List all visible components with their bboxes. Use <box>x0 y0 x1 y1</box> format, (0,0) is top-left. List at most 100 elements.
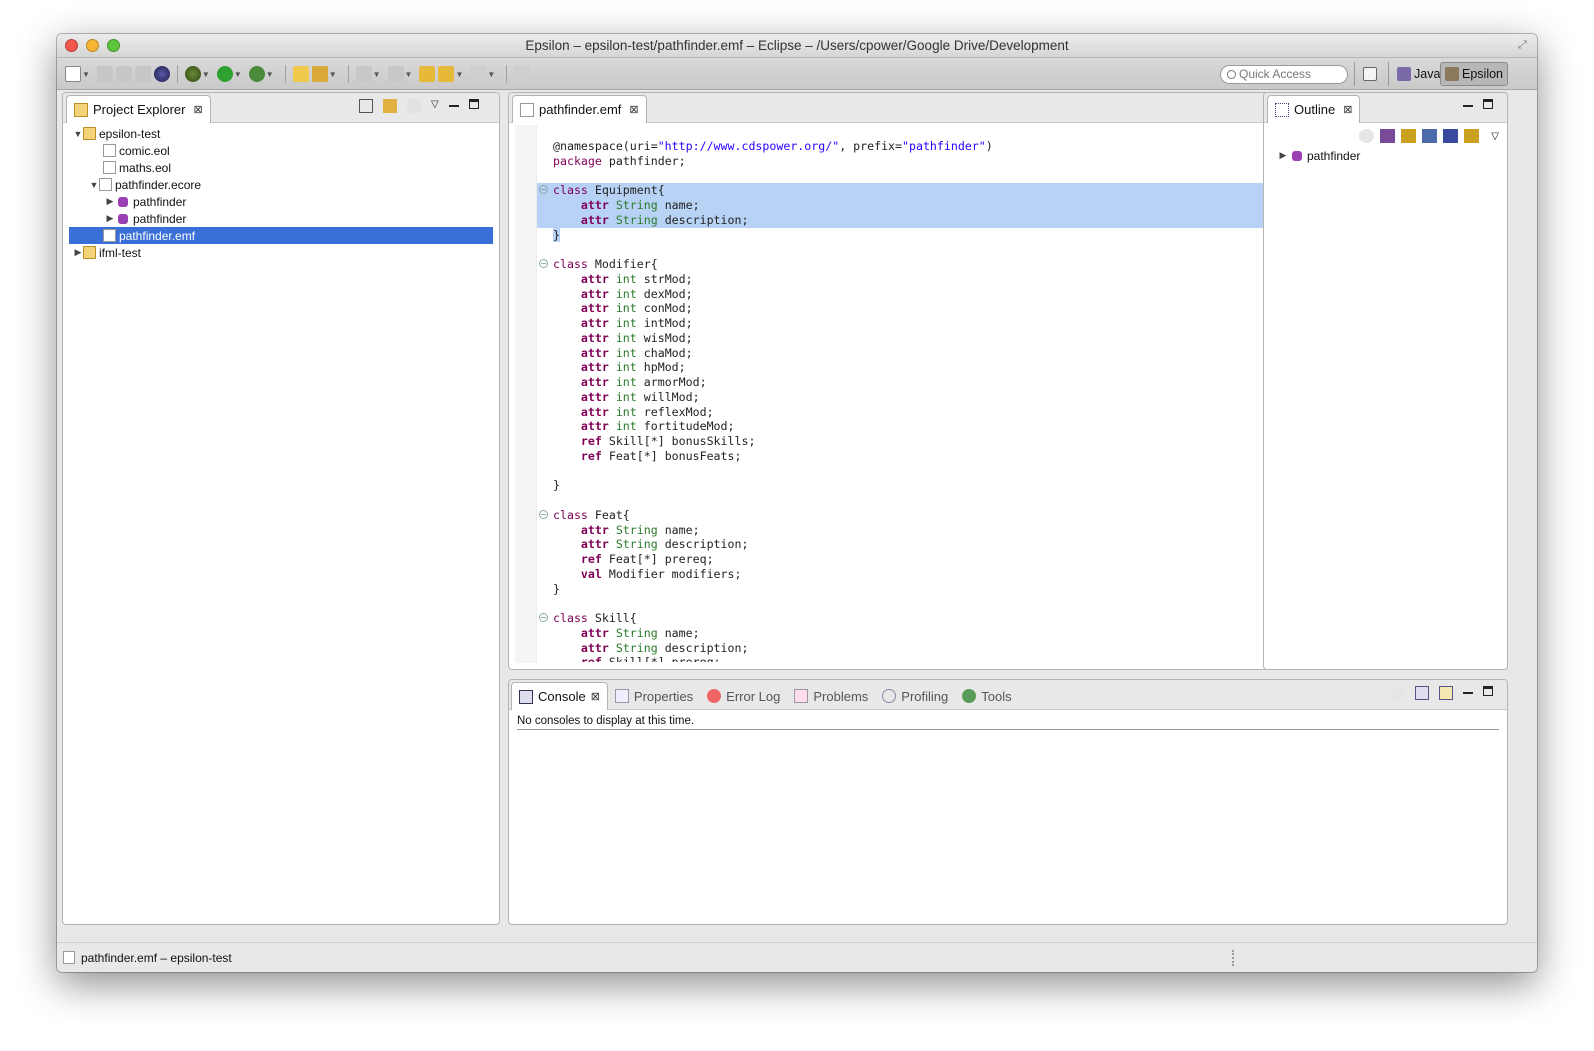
emf-file-icon <box>103 229 116 242</box>
project-explorer-header: Project Explorer ⊠ ▽ <box>63 93 499 123</box>
run-icon[interactable] <box>216 66 233 82</box>
tab-profiling-label: Profiling <box>901 688 949 704</box>
tree-item-ifml-test[interactable]: ▶ ifml-test <box>69 244 493 261</box>
tab-project-explorer[interactable]: Project Explorer ⊠ <box>66 95 211 123</box>
pen-icon[interactable] <box>311 66 328 82</box>
tree-item-comic-eol[interactable]: comic.eol <box>69 142 493 159</box>
hide-fields-icon[interactable] <box>1380 129 1396 143</box>
external-tools-icon[interactable] <box>248 66 265 82</box>
close-tab-icon[interactable]: ⊠ <box>193 103 202 116</box>
tab-profiling[interactable]: Profiling <box>875 682 955 710</box>
print-icon[interactable] <box>134 66 151 82</box>
view-menu-icon[interactable]: ▽ <box>1491 131 1499 142</box>
expand-toggle-icon[interactable]: ▶ <box>105 196 115 207</box>
last-edit-icon[interactable] <box>419 66 436 82</box>
hide-references-icon[interactable] <box>1401 129 1417 143</box>
main-toolbar: ▼ ▼ ▼ ▼ ▼ ▼ ▼ ▼ ▼ Quick Access Java Epsi… <box>57 58 1537 90</box>
hide-annotations-icon[interactable] <box>1464 129 1480 143</box>
forward-dropdown-icon[interactable]: ▼ <box>487 70 495 79</box>
prev-annotation-icon[interactable] <box>387 66 404 82</box>
console-icon <box>519 689 533 704</box>
tree-item-label: epsilon-test <box>99 126 161 141</box>
prev-annotation-dropdown-icon[interactable]: ▼ <box>405 70 413 79</box>
external-tools-dropdown-icon[interactable]: ▼ <box>266 70 274 79</box>
minimize-icon[interactable] <box>1463 692 1473 694</box>
debug-icon[interactable] <box>184 66 201 82</box>
hide-operations-icon[interactable] <box>1422 129 1438 143</box>
maximize-icon[interactable] <box>468 99 479 109</box>
new-dropdown-icon[interactable]: ▼ <box>82 70 90 79</box>
pen-dropdown-icon[interactable]: ▼ <box>329 70 337 79</box>
expand-toggle-icon[interactable]: ▼ <box>73 129 83 139</box>
profiling-icon <box>882 689 897 703</box>
filter-icon[interactable] <box>407 99 421 113</box>
tab-console[interactable]: Console ⊠ <box>511 682 608 710</box>
epsilon-perspective-button[interactable]: Epsilon <box>1440 62 1508 86</box>
hide-classes-icon[interactable] <box>1443 129 1459 143</box>
package-icon <box>118 196 128 207</box>
link-with-editor-icon[interactable] <box>383 99 397 113</box>
close-tab-icon[interactable]: ⊠ <box>629 103 638 116</box>
back-dropdown-icon[interactable]: ▼ <box>455 70 463 79</box>
tree-item-pathfinder-package[interactable]: ▶ pathfinder <box>69 193 493 210</box>
collapse-all-icon[interactable] <box>359 99 373 113</box>
next-annotation-dropdown-icon[interactable]: ▼ <box>373 70 381 79</box>
minimize-icon[interactable] <box>1463 105 1473 107</box>
tab-properties[interactable]: Properties <box>608 682 700 710</box>
tree-item-label: pathfinder.ecore <box>115 177 202 192</box>
next-annotation-icon[interactable] <box>355 66 372 82</box>
tab-tools[interactable]: Tools <box>955 682 1018 710</box>
minimize-icon[interactable] <box>448 105 459 107</box>
open-perspective-button[interactable] <box>1359 62 1383 86</box>
tree-item-epsilon-test[interactable]: ▼ epsilon-test <box>69 125 493 142</box>
tab-error-log[interactable]: Error Log <box>700 682 787 710</box>
sort-icon[interactable] <box>1359 129 1375 143</box>
tree-item-label: pathfinder <box>133 194 187 209</box>
pin-editor-icon[interactable] <box>514 66 531 82</box>
new-icon[interactable] <box>65 66 81 82</box>
tab-project-explorer-label: Project Explorer <box>93 102 186 117</box>
fold-toggle-icon[interactable]: − <box>539 613 548 622</box>
save-all-icon[interactable] <box>115 66 132 82</box>
tree-item-label: comic.eol <box>119 143 170 158</box>
status-text: pathfinder.emf – epsilon-test <box>81 951 232 965</box>
outline-view: Outline ⊠ ▽ ▶ pathfinder <box>1263 92 1508 670</box>
editor-ruler[interactable] <box>515 125 537 663</box>
maximize-icon[interactable] <box>1483 686 1493 696</box>
pin-console-icon[interactable] <box>1391 686 1405 700</box>
open-folder-icon[interactable] <box>292 66 309 82</box>
toolbar-separator <box>1388 62 1389 86</box>
open-console-icon[interactable] <box>1439 686 1453 700</box>
epsilon-icon[interactable] <box>153 66 170 82</box>
run-dropdown-icon[interactable]: ▼ <box>234 70 242 79</box>
close-tab-icon[interactable]: ⊠ <box>591 690 600 703</box>
java-perspective-button[interactable]: Java <box>1393 62 1444 86</box>
tree-item-maths-eol[interactable]: maths.eol <box>69 159 493 176</box>
back-icon[interactable] <box>438 66 455 82</box>
tree-item-pathfinder-package[interactable]: ▶ pathfinder <box>69 210 493 227</box>
expand-toggle-icon[interactable]: ▶ <box>73 247 83 258</box>
fold-toggle-icon[interactable]: − <box>539 185 548 195</box>
quick-access-field[interactable]: Quick Access <box>1220 65 1348 84</box>
error-log-icon <box>707 689 722 703</box>
forward-icon[interactable] <box>470 66 487 82</box>
maximize-icon[interactable] <box>1483 99 1493 109</box>
ecore-file-icon <box>99 178 112 191</box>
expand-toggle-icon[interactable]: ▶ <box>1278 150 1288 161</box>
view-menu-icon[interactable]: ▽ <box>431 99 439 113</box>
debug-dropdown-icon[interactable]: ▼ <box>202 70 210 79</box>
tab-problems[interactable]: Problems <box>787 682 875 710</box>
fold-toggle-icon[interactable]: − <box>539 509 548 519</box>
expand-toggle-icon[interactable]: ▼ <box>89 180 99 190</box>
outline-item-pathfinder[interactable]: ▶ pathfinder <box>1278 147 1501 164</box>
fold-toggle-icon[interactable]: − <box>539 259 548 268</box>
expand-toggle-icon[interactable]: ▶ <box>105 213 115 224</box>
tree-item-pathfinder-ecore[interactable]: ▼ pathfinder.ecore <box>69 176 493 193</box>
fullscreen-icon[interactable]: ⤢ <box>1518 39 1531 52</box>
tab-pathfinder-emf[interactable]: pathfinder.emf ⊠ <box>512 95 647 123</box>
display-console-icon[interactable] <box>1415 686 1429 700</box>
tab-outline[interactable]: Outline ⊠ <box>1267 95 1361 123</box>
save-icon[interactable] <box>96 66 113 82</box>
close-tab-icon[interactable]: ⊠ <box>1343 103 1352 116</box>
tree-item-pathfinder-emf[interactable]: pathfinder.emf <box>69 227 493 244</box>
